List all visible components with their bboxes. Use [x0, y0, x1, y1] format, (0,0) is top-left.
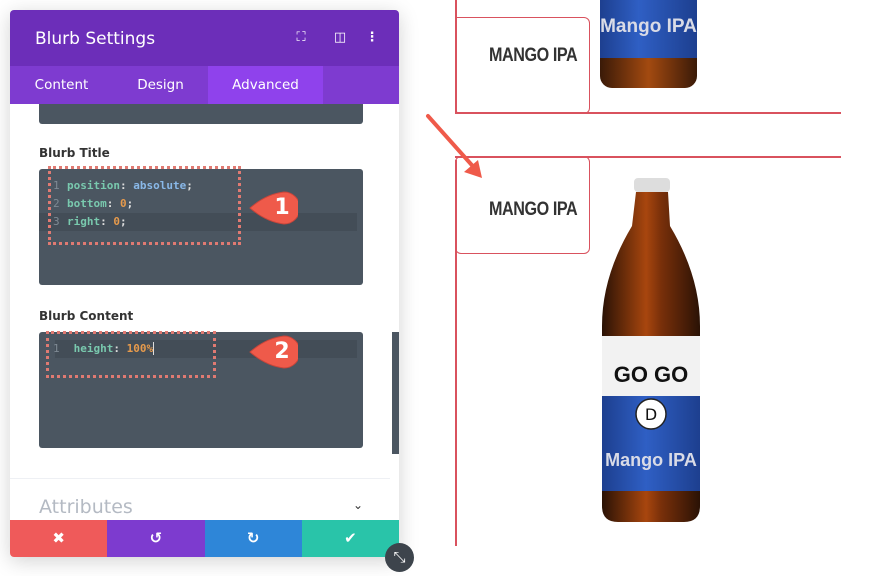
close-icon: ✖ — [52, 529, 65, 547]
save-button[interactable]: ✔ — [301, 520, 399, 557]
resize-handle[interactable]: ⤡ — [385, 543, 414, 572]
check-icon: ✔ — [344, 529, 357, 547]
undo-icon: ↺ — [149, 529, 163, 547]
highlight-box — [48, 166, 241, 245]
redo-icon: ↻ — [246, 529, 260, 547]
tab-content[interactable]: Content — [10, 66, 113, 104]
redo-button[interactable]: ↻ — [204, 520, 302, 557]
split-view-icon[interactable]: ◫ — [332, 30, 348, 45]
css-editor-above[interactable] — [39, 104, 363, 124]
tab-bar: Content Design Advanced — [10, 66, 399, 104]
divider-line — [455, 160, 457, 546]
blurb-title: MANGO IPA — [489, 45, 578, 66]
blurb-title: MANGO IPA — [489, 199, 578, 220]
settings-panel: Blurb Settings ⛶ ◫ ⋮ Content Design Adva… — [10, 10, 399, 557]
highlight-box — [46, 331, 216, 378]
callout-number: 1 — [274, 195, 290, 220]
blurb-title-label: Blurb Title — [39, 146, 110, 160]
panel-footer: ✖ ↺ ↻ ✔ — [10, 520, 399, 557]
callout-number: 2 — [274, 339, 290, 364]
bottle-image: Mango IPA — [600, 0, 697, 90]
arrow-annotation — [426, 114, 482, 178]
bottle-logo: D — [644, 405, 658, 424]
bottle-brand: GO GO — [613, 362, 689, 387]
row-bottom-line — [455, 112, 841, 114]
attributes-label: Attributes — [39, 496, 133, 518]
more-vertical-icon[interactable]: ⋮ — [364, 30, 380, 45]
undo-button[interactable]: ↺ — [107, 520, 205, 557]
cancel-button[interactable]: ✖ — [10, 520, 108, 557]
focus-icon[interactable]: ⛶ — [293, 30, 309, 45]
resize-icon: ⤡ — [393, 548, 406, 566]
tab-advanced[interactable]: Advanced — [208, 66, 323, 104]
bottle-flavor: Mango IPA — [605, 450, 697, 470]
tab-design[interactable]: Design — [113, 66, 208, 104]
bottle-image — [602, 178, 700, 522]
bottle-flavor: Mango IPA — [600, 16, 697, 37]
chevron-down-icon: ⌄ — [352, 498, 363, 512]
scrollbar[interactable] — [392, 332, 399, 454]
panel-title: Blurb Settings — [35, 29, 156, 49]
divider — [10, 478, 390, 479]
attributes-toggle[interactable]: Attributes ⌄ — [39, 496, 363, 518]
blurb-content-label: Blurb Content — [39, 309, 134, 323]
